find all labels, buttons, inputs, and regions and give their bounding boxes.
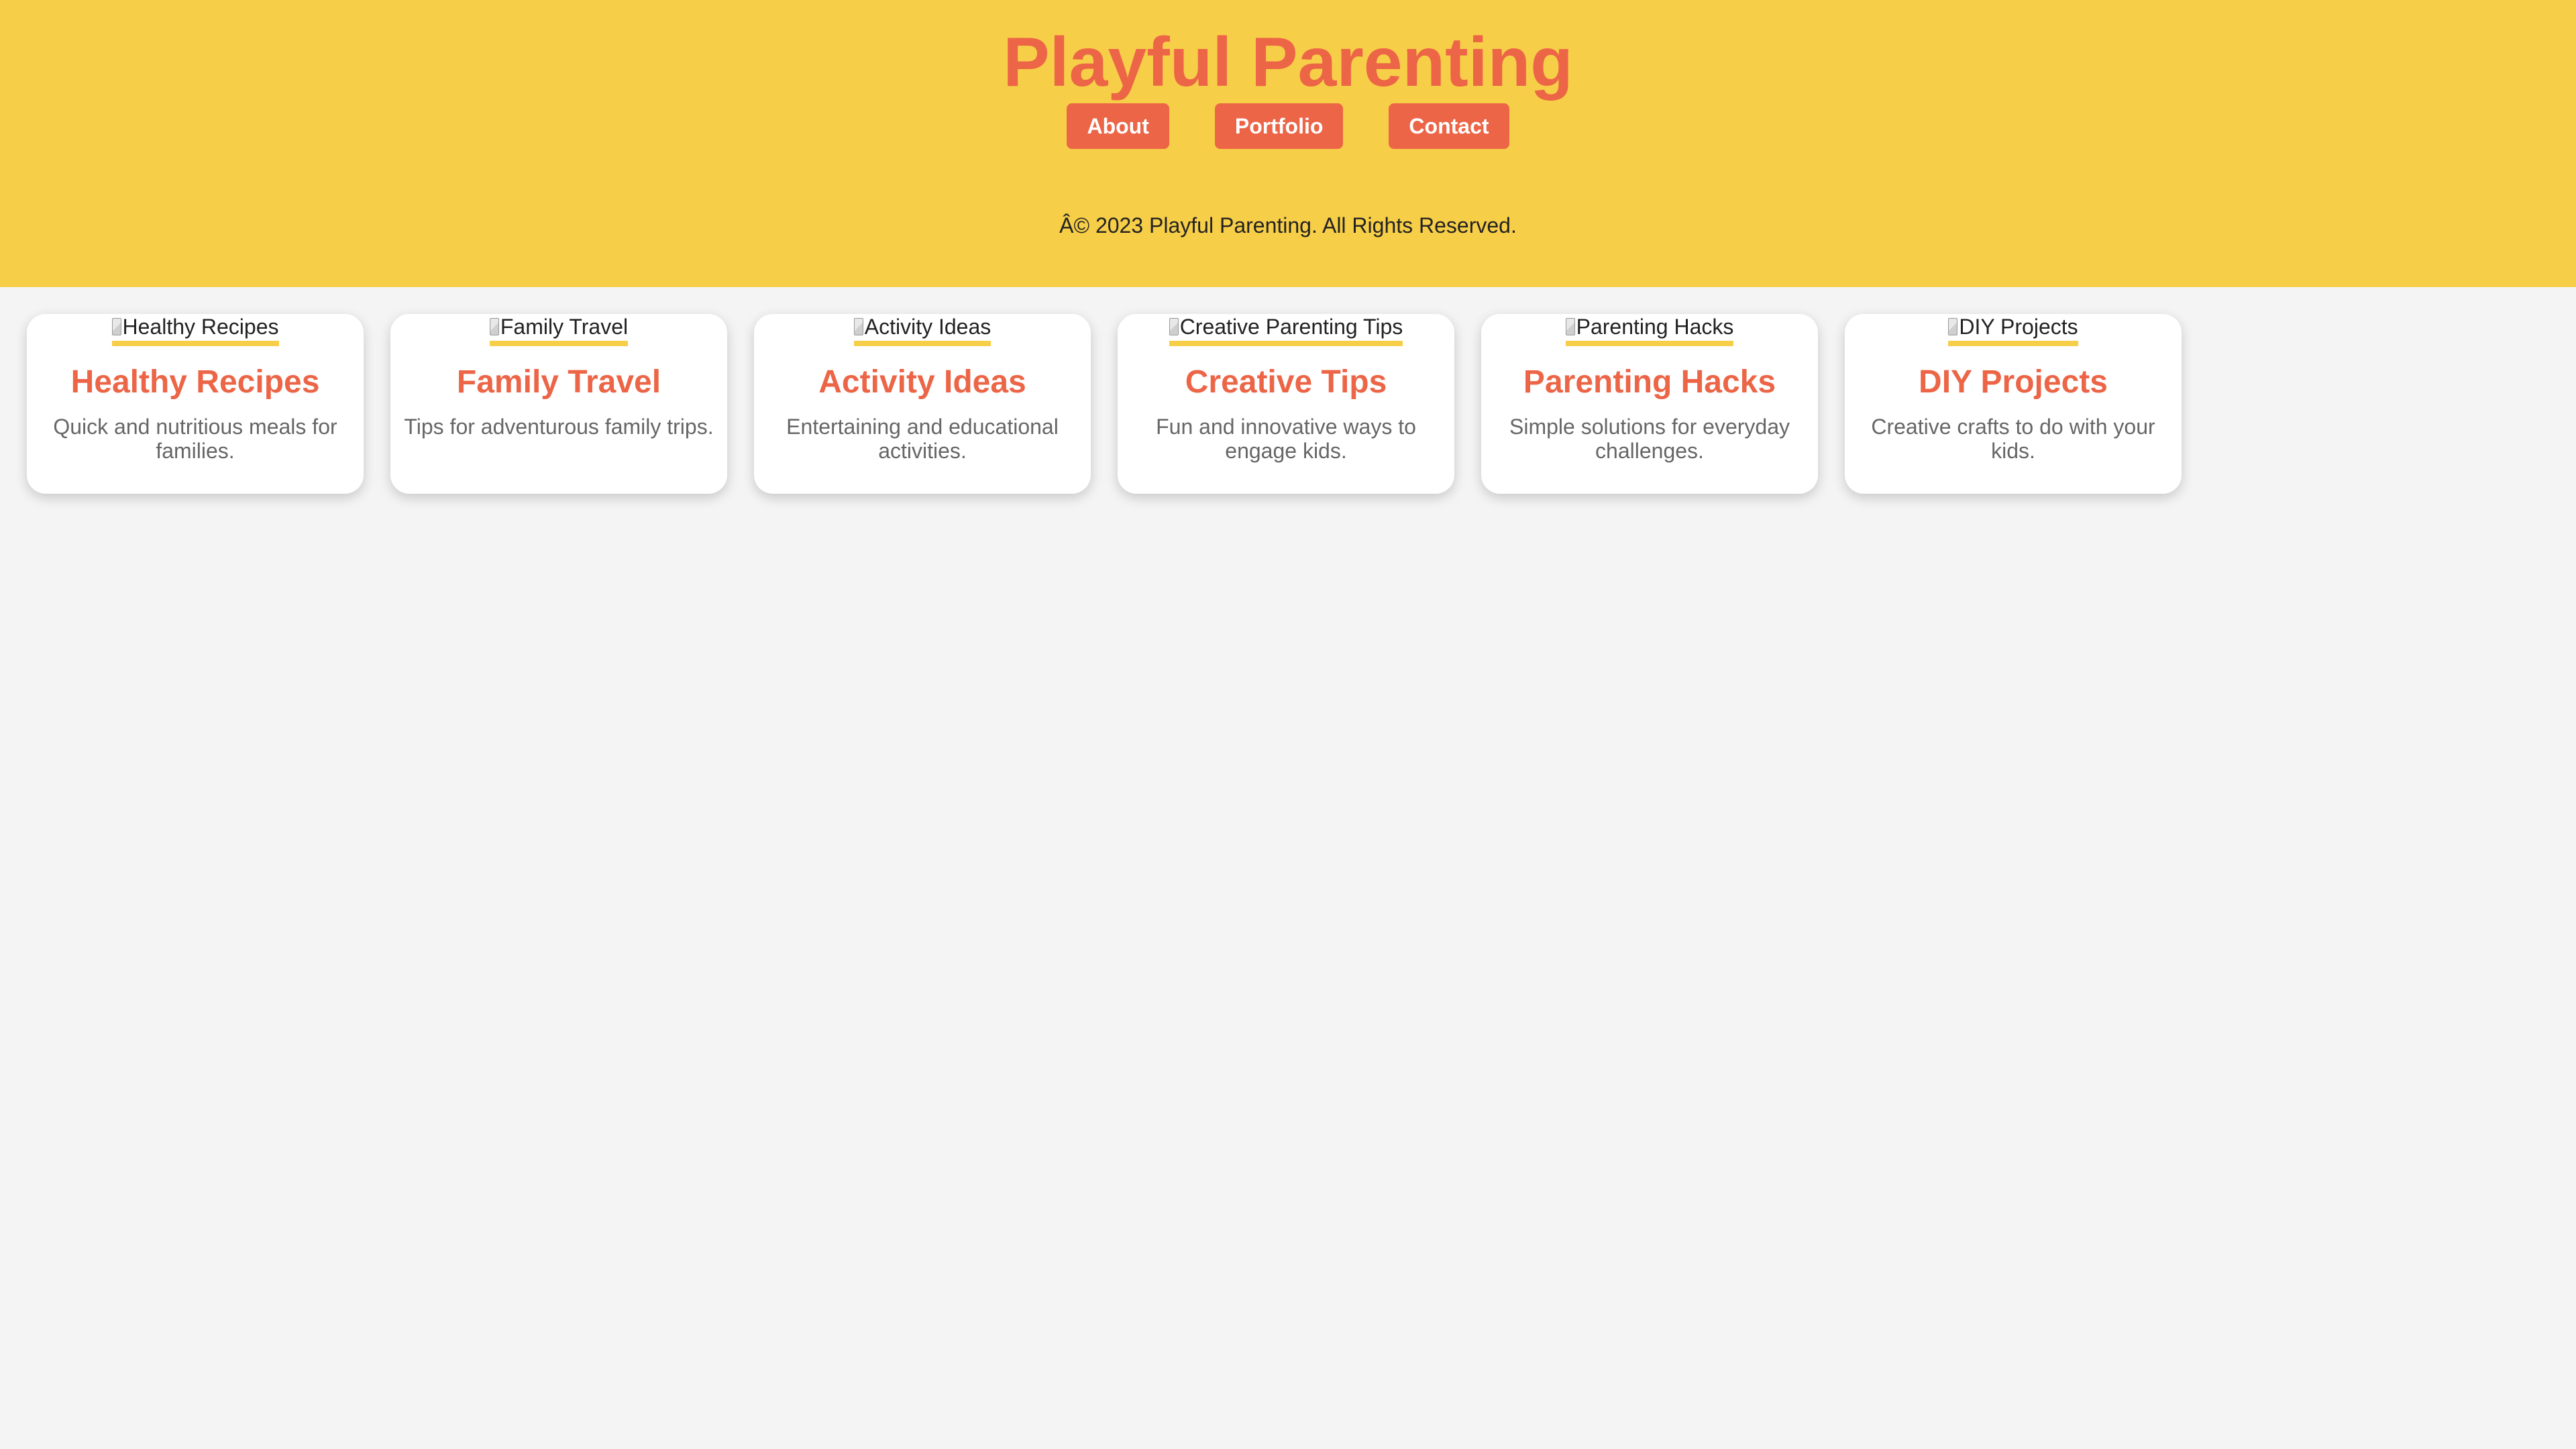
site-header: Playful Parenting About Portfolio Contac… bbox=[0, 0, 2576, 287]
broken-image-icon bbox=[1948, 318, 1958, 335]
card-title: Activity Ideas bbox=[818, 364, 1026, 400]
card-description: Quick and nutritious meals for families. bbox=[53, 415, 337, 463]
broken-image-icon bbox=[1169, 318, 1179, 335]
nav-portfolio-button[interactable]: Portfolio bbox=[1214, 103, 1344, 149]
card-image: Activity Ideas bbox=[853, 314, 991, 346]
card-image: DIY Projects bbox=[1948, 314, 2078, 346]
card-image-alt: DIY Projects bbox=[1959, 315, 2078, 339]
card-parenting-hacks[interactable]: Parenting Hacks Parenting Hacks Simple s… bbox=[1481, 314, 1818, 494]
card-image: Healthy Recipes bbox=[111, 314, 279, 346]
broken-image-icon bbox=[1565, 318, 1575, 335]
broken-image-icon bbox=[111, 318, 121, 335]
card-description: Tips for adventurous family trips. bbox=[404, 415, 714, 439]
card-image: Family Travel bbox=[489, 314, 629, 346]
card-healthy-recipes[interactable]: Healthy Recipes Healthy Recipes Quick an… bbox=[27, 314, 364, 494]
card-title: Healthy Recipes bbox=[70, 364, 320, 400]
copyright-text: Â© 2023 Playful Parenting. All Rights Re… bbox=[1059, 213, 1517, 237]
card-creative-tips[interactable]: Creative Parenting Tips Creative Tips Fu… bbox=[1118, 314, 1454, 494]
card-grid: Healthy Recipes Healthy Recipes Quick an… bbox=[27, 314, 2182, 494]
nav-about-button[interactable]: About bbox=[1067, 103, 1169, 149]
card-image-alt: Healthy Recipes bbox=[122, 315, 279, 339]
card-family-travel[interactable]: Family Travel Family Travel Tips for adv… bbox=[390, 314, 727, 494]
card-image: Creative Parenting Tips bbox=[1169, 314, 1403, 346]
card-image-alt: Parenting Hacks bbox=[1576, 315, 1734, 339]
card-image-alt: Family Travel bbox=[500, 315, 629, 339]
card-description: Fun and innovative ways to engage kids. bbox=[1156, 415, 1416, 463]
card-title: Family Travel bbox=[456, 364, 661, 400]
card-image-alt: Creative Parenting Tips bbox=[1179, 315, 1403, 339]
site-title: Playful Parenting bbox=[1003, 23, 1573, 101]
card-title: Parenting Hacks bbox=[1523, 364, 1776, 400]
card-activity-ideas[interactable]: Activity Ideas Activity Ideas Entertaini… bbox=[754, 314, 1091, 494]
card-description: Entertaining and educational activities. bbox=[786, 415, 1059, 463]
card-image: Parenting Hacks bbox=[1565, 314, 1734, 346]
broken-image-icon bbox=[489, 318, 499, 335]
card-description: Creative crafts to do with your kids. bbox=[1871, 415, 2155, 463]
card-diy-projects[interactable]: DIY Projects DIY Projects Creative craft… bbox=[1845, 314, 2182, 494]
card-image-alt: Activity Ideas bbox=[864, 315, 991, 339]
broken-image-icon bbox=[853, 318, 863, 335]
card-title: DIY Projects bbox=[1919, 364, 2108, 400]
card-title: Creative Tips bbox=[1185, 364, 1387, 400]
card-description: Simple solutions for everyday challenges… bbox=[1509, 415, 1790, 463]
nav-contact-button[interactable]: Contact bbox=[1389, 103, 1509, 149]
main-nav: About Portfolio Contact bbox=[0, 103, 2576, 149]
